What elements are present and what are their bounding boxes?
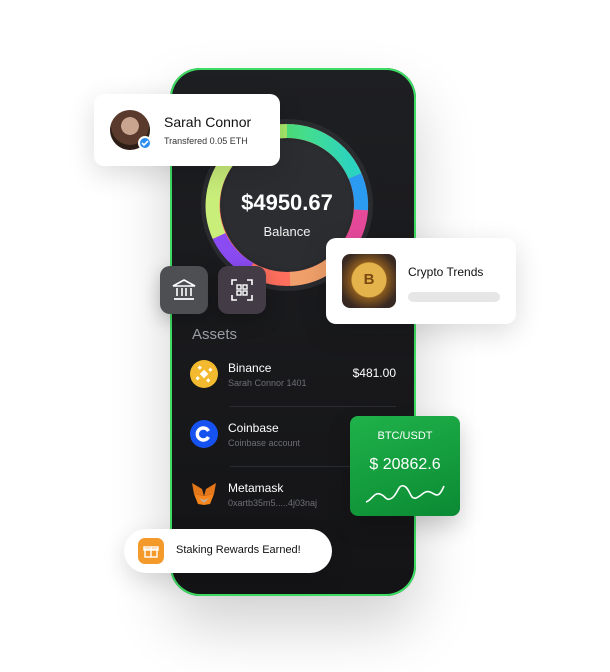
btc-price-card[interactable]: BTC/USDT $ 20862.6 — [350, 416, 460, 516]
asset-sub: Coinbase account — [228, 438, 301, 448]
asset-item-binance[interactable]: Binance Sarah Connor 1401 $481.00 — [190, 360, 396, 420]
balance-amount: $4950.67 — [241, 190, 333, 215]
staking-toast[interactable]: Staking Rewards Earned! — [124, 529, 332, 573]
asset-sub: Sarah Connor 1401 — [228, 378, 307, 388]
trend-title: Crypto Trends — [408, 265, 484, 279]
asset-sub: 0xartb35m5.....4j03naj — [228, 498, 318, 508]
asset-name: Binance — [228, 361, 272, 375]
btc-pair: BTC/USDT — [377, 430, 433, 442]
coinbase-icon — [190, 420, 218, 448]
metamask-icon — [190, 480, 218, 508]
btc-price: $ 20862.6 — [369, 456, 441, 473]
asset-value: $481.00 — [352, 366, 396, 380]
crypto-trends-card[interactable]: B Crypto Trends — [326, 238, 516, 324]
scan-button[interactable] — [218, 266, 266, 314]
assets-title: Assets — [192, 326, 238, 343]
bitcoin-coin-image: B — [342, 254, 396, 308]
asset-name: Metamask — [228, 481, 284, 495]
scan-icon — [231, 279, 253, 301]
verified-badge-icon — [138, 136, 152, 150]
transfer-subtitle: Transfered 0.05 ETH — [164, 136, 248, 146]
bank-icon — [172, 279, 196, 300]
bank-button[interactable] — [160, 266, 208, 314]
divider — [230, 406, 396, 407]
btc-sparkline — [365, 484, 445, 503]
gift-icon — [138, 538, 164, 564]
binance-icon — [190, 360, 218, 388]
user-name: Sarah Connor — [164, 114, 252, 130]
balance-label: Balance — [263, 224, 311, 239]
trend-placeholder-bar — [408, 292, 500, 302]
asset-name: Coinbase — [228, 421, 279, 435]
transfer-notification-card[interactable]: Sarah Connor Transfered 0.05 ETH — [94, 94, 280, 166]
toast-text: Staking Rewards Earned! — [176, 544, 301, 556]
